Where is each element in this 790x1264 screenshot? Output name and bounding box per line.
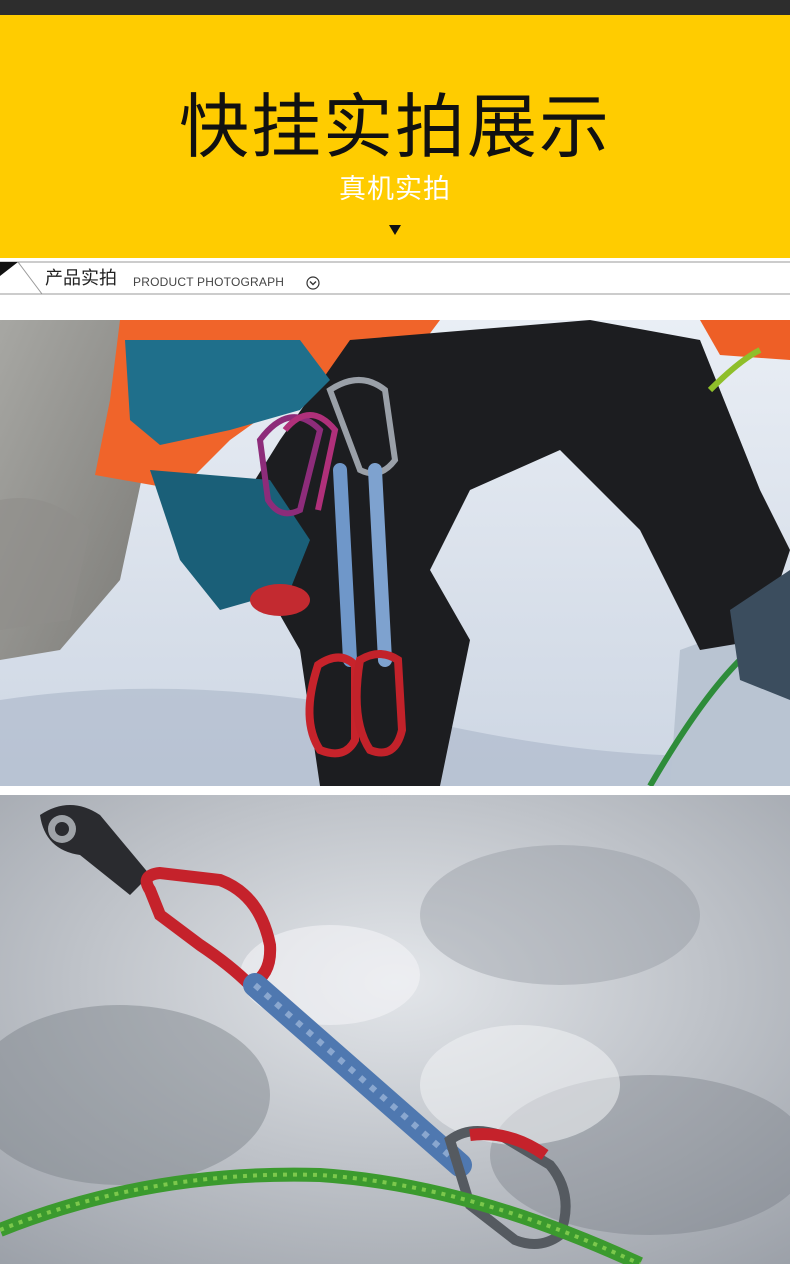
- quickdraw-on-ice-photo: [0, 795, 790, 1264]
- down-arrow-icon: [389, 225, 401, 235]
- banner-title: 快挂实拍展示: [179, 86, 611, 168]
- section-header-lines: [0, 261, 790, 295]
- title-banner: 快挂实拍展示 真机实拍: [0, 15, 790, 258]
- banner-subtitle: 真机实拍: [339, 174, 451, 205]
- photo-divider: [0, 786, 790, 795]
- section-header: 产品实拍 PRODUCT PHOTOGRAPH: [0, 258, 790, 320]
- section-subtitle: PRODUCT PHOTOGRAPH: [133, 275, 285, 289]
- climber-harness-photo: [0, 320, 790, 786]
- top-strip: [0, 0, 790, 15]
- chevron-down-circle-icon: [306, 276, 320, 290]
- section-title: 产品实拍: [45, 268, 117, 289]
